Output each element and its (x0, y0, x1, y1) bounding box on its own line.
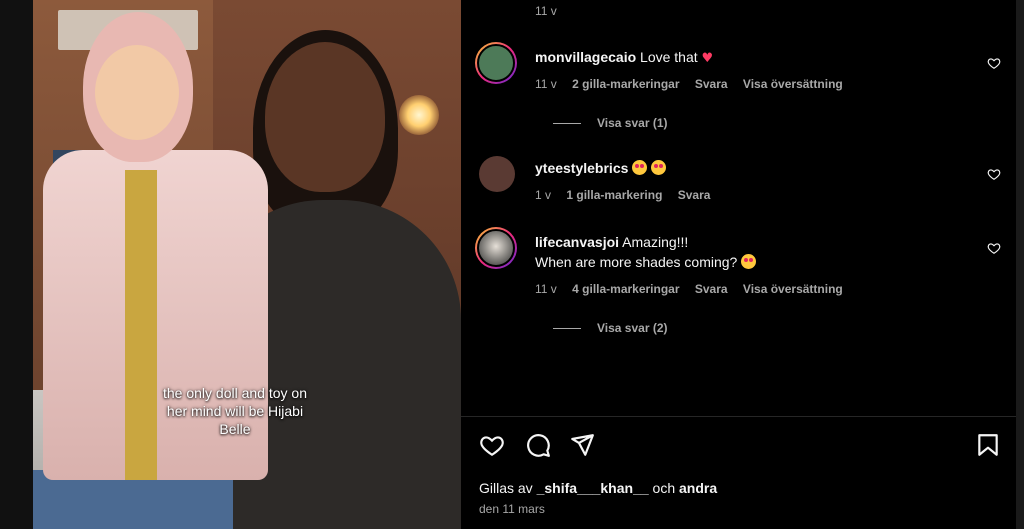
post-media-video[interactable]: the only doll and toy on her mind will b… (33, 0, 461, 529)
avatar[interactable] (475, 227, 517, 269)
star-struck-icon (651, 160, 667, 175)
person-head (265, 42, 385, 192)
liked-by-user[interactable]: _shifa___khan__ (537, 480, 649, 496)
avatar[interactable] (475, 42, 517, 84)
comment-username[interactable]: monvillagecaio (535, 49, 636, 65)
backdrop-left (0, 0, 33, 529)
paper-plane-icon[interactable] (569, 432, 595, 458)
video-caption: the only doll and toy on her mind will b… (163, 385, 307, 437)
heart-outline-icon[interactable] (987, 56, 1001, 70)
comment-text-line2: When are more shades coming? (535, 254, 738, 270)
reply-button[interactable]: Svara (678, 188, 711, 202)
post-date[interactable]: den 11 mars (479, 502, 545, 516)
star-struck-icon (741, 254, 757, 269)
divider (461, 416, 1016, 417)
view-replies-button[interactable]: Visa svar (2) (553, 321, 668, 335)
translate-button[interactable]: Visa översättning (743, 77, 843, 91)
comment-likes[interactable]: 2 gilla-markeringar (572, 77, 679, 91)
comments-panel: 11 v monvillagecaio Love that ♥ 11 v 2 g… (461, 0, 1016, 529)
liked-by-others[interactable]: andra (679, 480, 717, 496)
comment-likes[interactable]: 4 gilla-markeringar (572, 282, 679, 296)
doll-face (95, 45, 179, 140)
view-replies-button[interactable]: Visa svar (1) (553, 116, 668, 130)
doll-trim (125, 170, 157, 480)
bookmark-icon[interactable] (975, 432, 1001, 458)
comment-likes[interactable]: 1 gilla-markering (566, 188, 662, 202)
comment-username[interactable]: yteestylebrics (535, 160, 628, 176)
star-struck-icon (632, 160, 648, 175)
comment-username[interactable]: lifecanvasjoi (535, 234, 619, 250)
reply-button[interactable]: Svara (695, 77, 728, 91)
red-heart-icon: ♥ (701, 51, 714, 66)
wall-lamp (399, 95, 439, 135)
heart-outline-icon[interactable] (987, 167, 1001, 181)
reply-button[interactable]: Svara (695, 282, 728, 296)
comment-timestamp: 11 v (535, 4, 557, 18)
comment-meta: 1 v 1 gilla-markering Svara (535, 188, 722, 202)
comment-text: Amazing!!! (622, 234, 689, 250)
backdrop-right (1016, 0, 1024, 529)
likes-summary: Gillas av _shifa___khan__ och andra (479, 480, 718, 496)
comment-text: Love that (640, 49, 698, 65)
comment-meta: 11 v 4 gilla-markeringar Svara Visa över… (535, 282, 855, 296)
comment-time: 1 v (535, 188, 552, 202)
comment-time: 11 v (535, 77, 557, 91)
avatar[interactable] (479, 156, 515, 192)
comment-meta: 11 v 2 gilla-markeringar Svara Visa över… (535, 77, 855, 91)
translate-button[interactable]: Visa översättning (743, 282, 843, 296)
comment-bubble-icon[interactable] (525, 432, 551, 458)
heart-outline-icon[interactable] (479, 432, 505, 458)
comment-time: 11 v (535, 282, 557, 296)
heart-outline-icon[interactable] (987, 241, 1001, 255)
